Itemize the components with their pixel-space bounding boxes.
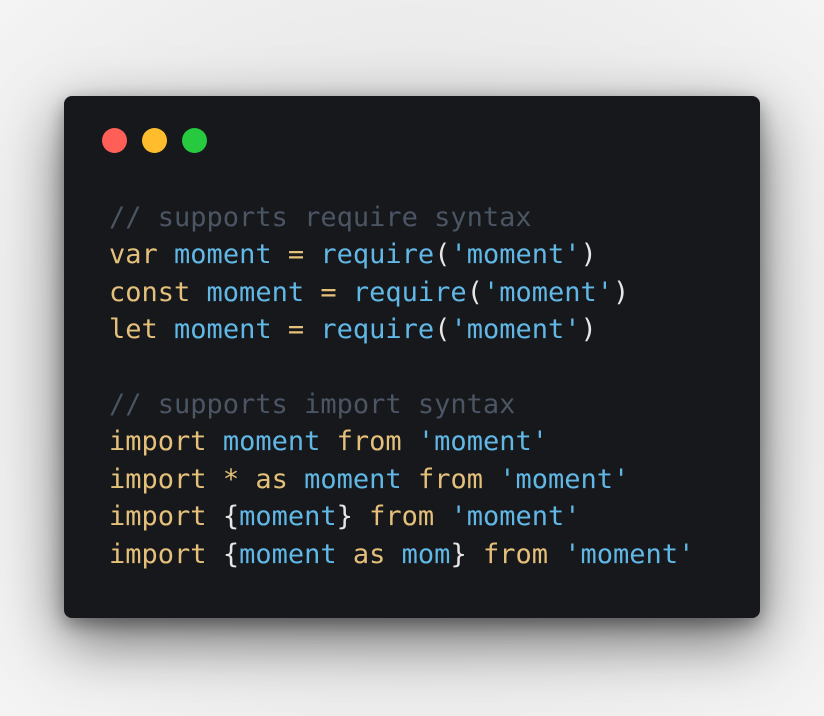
code-line: const moment = require('moment') — [109, 274, 694, 311]
code-token-punct: { — [222, 501, 240, 533]
code-token-string: 'moment' — [450, 314, 581, 346]
code-token-punct — [207, 426, 223, 457]
code-token-keyword: let — [109, 314, 158, 346]
code-token-punct — [239, 464, 255, 495]
code-token-comment: // supports import syntax — [109, 388, 516, 420]
code-token-operator: = — [287, 239, 305, 271]
code-token-string: 'moment' — [482, 276, 613, 308]
code-token-comment: // supports require syntax — [109, 202, 532, 233]
code-token-punct — [272, 239, 288, 270]
code-token-punct: } — [336, 501, 353, 533]
code-token-punct — [288, 464, 304, 495]
code-token-punct — [304, 277, 320, 308]
code-token-keyword: import — [109, 463, 207, 495]
code-block: // supports require syntax var moment = r… — [109, 199, 694, 573]
code-token-punct: } — [450, 538, 467, 570]
code-token-operator: * — [222, 463, 240, 495]
code-token-keyword: var — [109, 239, 158, 271]
code-token-punct: ( — [434, 314, 451, 346]
code-token-keyword: from — [482, 538, 549, 570]
code-token-punct — [304, 314, 320, 345]
code-token-identifier: moment — [206, 276, 305, 308]
code-token-punct — [467, 539, 483, 570]
code-token-punct — [548, 539, 564, 570]
code-token-punct: { — [222, 538, 240, 570]
code-token-punct: ( — [466, 276, 483, 308]
code-token-punct — [483, 464, 499, 495]
code-token-punct — [353, 501, 369, 532]
code-token-string: 'moment' — [450, 239, 581, 271]
code-token-keyword: import — [109, 426, 207, 458]
code-token-punct — [385, 539, 401, 570]
code-token-identifier: moment — [304, 463, 402, 495]
code-token-punct: ) — [613, 276, 630, 308]
code-token-identifier: moment — [239, 501, 337, 533]
code-line: import * as moment from 'moment' — [109, 461, 694, 498]
close-dot-icon[interactable] — [102, 128, 127, 153]
code-token-punct — [402, 464, 418, 495]
code-token-punct — [272, 314, 288, 345]
code-token-punct — [207, 501, 223, 532]
code-token-keyword: import — [109, 538, 207, 570]
code-line: // supports import syntax — [109, 386, 694, 423]
code-token-keyword: from — [417, 463, 483, 495]
code-token-keyword: from — [369, 501, 435, 533]
code-token-keyword: const — [109, 276, 191, 308]
code-token-identifier: moment — [174, 239, 272, 271]
code-line: let moment = require('moment') — [109, 311, 694, 348]
code-window: // supports require syntax var moment = r… — [64, 96, 760, 618]
code-token-operator: = — [287, 314, 305, 346]
code-token-punct — [304, 239, 320, 270]
code-token-punct — [337, 539, 353, 570]
minimize-dot-icon[interactable] — [142, 128, 167, 153]
code-token-string: 'moment' — [564, 538, 695, 570]
code-token-punct: ) — [580, 314, 597, 346]
code-token-punct — [207, 464, 223, 495]
code-token-operator: = — [320, 276, 337, 308]
code-token-identifier: mom — [401, 538, 451, 570]
code-line: import {moment} from 'moment' — [109, 498, 694, 535]
code-token-punct — [337, 277, 353, 308]
code-token-identifier: moment — [222, 426, 321, 458]
code-token-punct — [320, 426, 336, 457]
code-line: // supports require syntax — [109, 199, 694, 236]
code-token-punct: ) — [580, 239, 597, 271]
maximize-dot-icon[interactable] — [182, 128, 207, 153]
code-token-keyword: as — [255, 463, 288, 495]
code-line: import moment from 'moment' — [109, 423, 694, 460]
code-token-keyword: as — [352, 538, 386, 570]
code-line: var moment = require('moment') — [109, 236, 694, 273]
code-token-identifier: require — [320, 314, 435, 346]
code-token-string: 'moment' — [450, 501, 581, 533]
code-token-punct — [207, 539, 223, 570]
code-token-identifier: require — [320, 239, 435, 271]
code-line: import {moment as mom} from 'moment' — [109, 536, 694, 573]
code-token-punct — [434, 501, 450, 532]
code-token-keyword: import — [109, 501, 207, 533]
code-token-punct — [190, 277, 206, 308]
code-token-punct — [158, 314, 174, 345]
code-token-punct — [158, 239, 174, 270]
code-token-string: 'moment' — [499, 463, 630, 495]
code-token-punct: ( — [434, 239, 451, 271]
code-token-identifier: require — [352, 276, 467, 308]
code-token-string: 'moment' — [417, 426, 548, 458]
code-token-keyword: from — [336, 426, 402, 458]
code-token-identifier: moment — [174, 314, 272, 346]
code-token-punct — [402, 426, 418, 457]
code-token-identifier: moment — [239, 538, 337, 570]
